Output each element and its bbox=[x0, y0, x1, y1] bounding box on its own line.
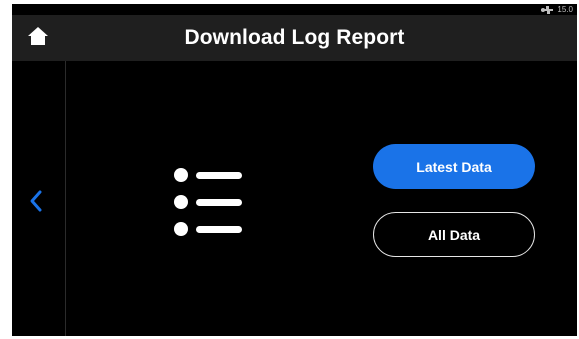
home-button[interactable] bbox=[22, 22, 54, 54]
status-value: 15.0 bbox=[557, 5, 573, 14]
device-screen: 15.0 Download Log Report Latest Data All… bbox=[12, 4, 577, 336]
header-bar: Download Log Report bbox=[12, 15, 577, 61]
back-panel bbox=[12, 61, 66, 336]
all-data-label: All Data bbox=[427, 226, 481, 243]
status-bar: 15.0 bbox=[12, 4, 577, 15]
page-title: Download Log Report bbox=[184, 26, 405, 49]
list-icon bbox=[174, 165, 256, 244]
all-data-button[interactable]: All Data bbox=[373, 212, 535, 257]
latest-data-label: Latest Data bbox=[416, 158, 492, 175]
back-button[interactable] bbox=[24, 187, 48, 219]
status-indicators: 15.0 bbox=[541, 4, 573, 15]
home-icon bbox=[27, 26, 49, 51]
chevron-left-icon bbox=[29, 189, 43, 218]
usb-icon bbox=[541, 5, 554, 14]
latest-data-button[interactable]: Latest Data bbox=[373, 144, 535, 189]
